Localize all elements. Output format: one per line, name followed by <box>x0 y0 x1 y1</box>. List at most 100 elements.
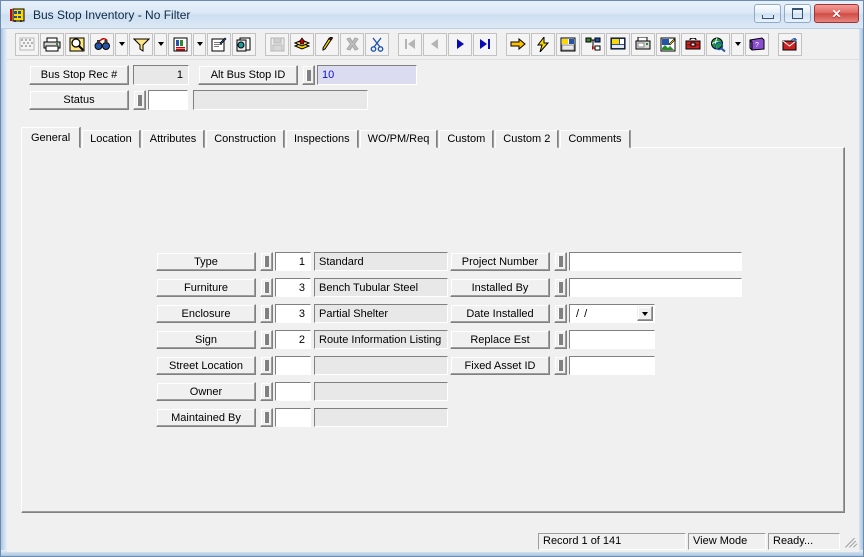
project-number-lookup-button[interactable] <box>554 252 567 271</box>
sign-lookup-button[interactable] <box>260 330 273 349</box>
next-record-button[interactable] <box>448 32 472 56</box>
find-button[interactable] <box>90 32 114 56</box>
hierarchy-button[interactable] <box>581 32 605 56</box>
enclosure-code-field[interactable]: 3 <box>275 304 311 323</box>
street-location-desc-field[interactable] <box>314 356 448 375</box>
report-button[interactable] <box>168 32 192 56</box>
status-code-field[interactable] <box>148 90 188 110</box>
furniture-desc-field[interactable]: Bench Tubular Steel <box>314 278 448 297</box>
owner-lookup-button[interactable] <box>260 382 273 401</box>
fixed-asset-id-lookup-button[interactable] <box>554 356 567 375</box>
bus-stop-rec-label-button[interactable]: Bus Stop Rec # <box>29 65 129 85</box>
replace-est-lookup-button[interactable] <box>554 330 567 349</box>
date-installed-dropdown-button[interactable] <box>637 306 653 321</box>
help-button[interactable]: ? <box>745 32 769 56</box>
date-installed-label-button[interactable]: Date Installed <box>450 304 550 323</box>
tab-wo-pm-req[interactable]: WO/PM/Req <box>359 130 438 148</box>
alt-bus-stop-id-field[interactable]: 10 <box>317 65 417 85</box>
status-desc-field[interactable] <box>193 90 368 110</box>
furniture-code-field[interactable]: 3 <box>275 278 311 297</box>
quick-action-button[interactable] <box>531 32 555 56</box>
date-installed-field[interactable]: / / <box>569 304 655 323</box>
furniture-label-button[interactable]: Furniture <box>156 278 256 297</box>
tab-attributes[interactable]: Attributes <box>141 130 205 148</box>
type-desc-field[interactable]: Standard <box>314 252 448 271</box>
delete-record-button[interactable] <box>340 32 364 56</box>
copy-record-button[interactable] <box>232 32 256 56</box>
project-number-field[interactable] <box>569 252 742 271</box>
add-record-button[interactable] <box>290 32 314 56</box>
restore-button[interactable] <box>784 4 811 23</box>
filter-dropdown-button[interactable] <box>154 32 167 56</box>
fixed-asset-id-label-button[interactable]: Fixed Asset ID <box>450 356 550 375</box>
date-installed-lookup-button[interactable] <box>554 304 567 323</box>
enclosure-label-button[interactable]: Enclosure <box>156 304 256 323</box>
sign-code-field[interactable]: 2 <box>275 330 311 349</box>
installed-by-label-button[interactable]: Installed By <box>450 278 550 297</box>
installed-by-field[interactable] <box>569 278 742 297</box>
map-button[interactable] <box>706 32 730 56</box>
type-label-button[interactable]: Type <box>156 252 256 271</box>
maintained-by-lookup-button[interactable] <box>260 408 273 427</box>
bus-stop-rec-field[interactable]: 1 <box>133 65 189 85</box>
screen-button[interactable] <box>606 32 630 56</box>
tab-general[interactable]: General <box>21 127 81 148</box>
street-location-lookup-button[interactable] <box>260 356 273 375</box>
find-dropdown-button[interactable] <box>115 32 128 56</box>
previous-record-button[interactable] <box>423 32 447 56</box>
owner-desc-field[interactable] <box>314 382 448 401</box>
maintained-by-desc-field[interactable] <box>314 408 448 427</box>
furniture-lookup-button[interactable] <box>260 278 273 297</box>
status-lookup-button[interactable] <box>133 90 146 110</box>
toolbox-button[interactable] <box>681 32 705 56</box>
filter-button[interactable] <box>129 32 153 56</box>
form-properties-button[interactable] <box>207 32 231 56</box>
owner-label-button[interactable]: Owner <box>156 382 256 401</box>
print-preview-button[interactable] <box>65 32 89 56</box>
layout-button[interactable] <box>556 32 580 56</box>
save-button[interactable] <box>265 32 289 56</box>
fax-button[interactable] <box>631 32 655 56</box>
replace-est-field[interactable] <box>569 330 655 349</box>
maintained-by-label-button[interactable]: Maintained By <box>156 408 256 427</box>
enclosure-lookup-button[interactable] <box>260 304 273 323</box>
grid-view-button[interactable] <box>15 32 39 56</box>
alt-bus-stop-id-label-button[interactable]: Alt Bus Stop ID <box>198 65 298 85</box>
print-button[interactable] <box>40 32 64 56</box>
enclosure-desc-field[interactable]: Partial Shelter <box>314 304 448 323</box>
maintained-by-code-field[interactable] <box>275 408 311 427</box>
replace-est-label-button[interactable]: Replace Est <box>450 330 550 349</box>
alt-bus-stop-id-lookup-button[interactable] <box>302 65 315 85</box>
tab-custom[interactable]: Custom <box>439 130 494 148</box>
close-button[interactable]: ✕ <box>814 4 859 23</box>
close-icon: ✕ <box>831 6 842 21</box>
tab-comments[interactable]: Comments <box>560 130 630 148</box>
sign-label-button[interactable]: Sign <box>156 330 256 349</box>
tab-inspections[interactable]: Inspections <box>285 130 358 148</box>
type-lookup-button[interactable] <box>260 252 273 271</box>
attachment-button[interactable] <box>656 32 680 56</box>
fixed-asset-id-field[interactable] <box>569 356 655 375</box>
installed-by-lookup-button[interactable] <box>554 278 567 297</box>
sign-desc-field[interactable]: Route Information Listing <box>314 330 448 349</box>
owner-code-field[interactable] <box>275 382 311 401</box>
project-number-label-button[interactable]: Project Number <box>450 252 550 271</box>
minimize-button[interactable] <box>754 4 781 23</box>
tab-custom-2[interactable]: Custom 2 <box>495 130 559 148</box>
cut-button[interactable] <box>365 32 389 56</box>
field-row-date-installed: Date Installed / / <box>450 304 745 323</box>
edit-record-button[interactable] <box>315 32 339 56</box>
last-record-button[interactable] <box>473 32 497 56</box>
export-button[interactable] <box>778 32 802 56</box>
goto-button[interactable] <box>506 32 530 56</box>
street-location-code-field[interactable] <box>275 356 311 375</box>
map-dropdown-button[interactable] <box>731 32 744 56</box>
status-label-button[interactable]: Status <box>29 90 129 110</box>
resize-grip[interactable] <box>843 533 858 550</box>
tab-location[interactable]: Location <box>82 130 140 148</box>
type-code-field[interactable]: 1 <box>275 252 311 271</box>
street-location-label-button[interactable]: Street Location <box>156 356 256 375</box>
report-dropdown-button[interactable] <box>193 32 206 56</box>
tab-construction[interactable]: Construction <box>206 130 284 148</box>
first-record-button[interactable] <box>398 32 422 56</box>
